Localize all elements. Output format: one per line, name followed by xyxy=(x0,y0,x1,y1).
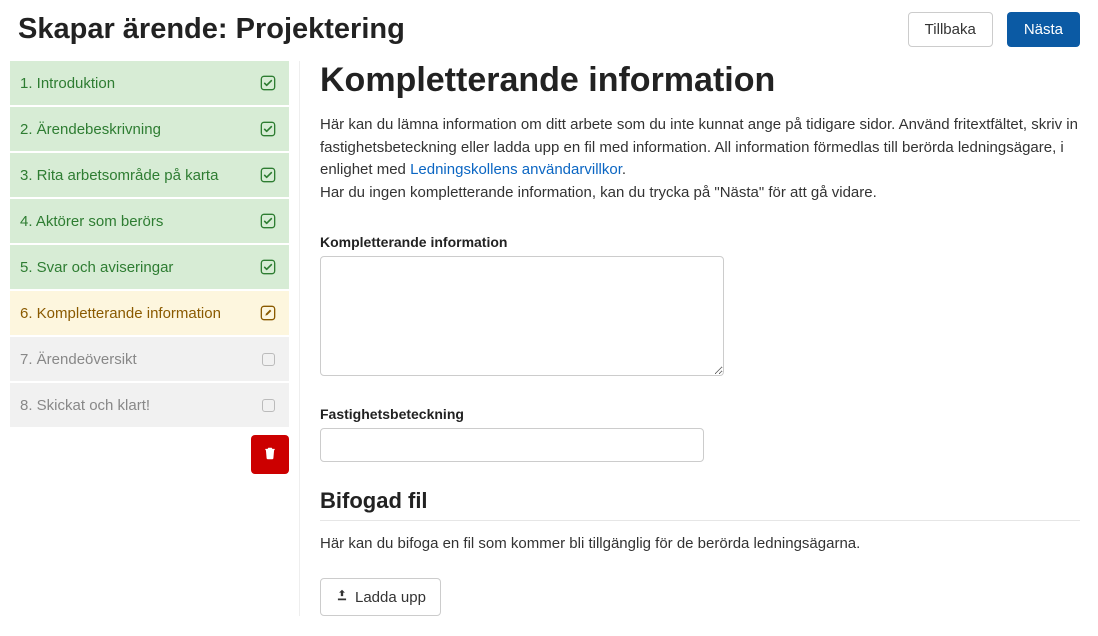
fastighet-input[interactable] xyxy=(320,428,704,462)
check-icon xyxy=(259,166,277,184)
upload-button[interactable]: Ladda upp xyxy=(320,578,441,616)
sidebar-step-label: 8. Skickat och klart! xyxy=(20,397,150,414)
sidebar-step-rita-arbetsomrade[interactable]: 3. Rita arbetsområde på karta xyxy=(10,153,289,197)
terms-link[interactable]: Ledningskollens användarvillkor xyxy=(410,161,622,178)
delete-button[interactable] xyxy=(251,435,289,474)
info-textarea[interactable] xyxy=(320,256,724,376)
sidebar-step-skickat[interactable]: 8. Skickat och klart! xyxy=(10,383,289,427)
main-heading: Kompletterande information xyxy=(320,61,1080,100)
sidebar-step-arendebeskrivning[interactable]: 2. Ärendebeskrivning xyxy=(10,107,289,151)
sidebar-step-svar-aviseringar[interactable]: 5. Svar och aviseringar xyxy=(10,245,289,289)
trash-icon xyxy=(263,445,277,464)
fastighet-label: Fastighetsbeteckning xyxy=(320,406,1080,422)
sidebar-step-label: 7. Ärendeöversikt xyxy=(20,351,137,368)
sidebar-step-label: 4. Aktörer som berörs xyxy=(20,213,163,230)
divider xyxy=(320,520,1080,521)
square-icon xyxy=(259,350,277,368)
info-label: Kompletterande information xyxy=(320,234,1080,250)
sidebar-step-arendeoversikt[interactable]: 7. Ärendeöversikt xyxy=(10,337,289,381)
step-list: 1. Introduktion 2. Ärendebeskrivning 3. … xyxy=(10,61,289,427)
next-button[interactable]: Nästa xyxy=(1007,12,1080,47)
sidebar-step-label: 5. Svar och aviseringar xyxy=(20,259,173,276)
pencil-icon xyxy=(259,304,277,322)
attached-file-title: Bifogad fil xyxy=(320,488,1080,514)
sidebar-step-aktorer[interactable]: 4. Aktörer som berörs xyxy=(10,199,289,243)
check-icon xyxy=(259,258,277,276)
check-icon xyxy=(259,74,277,92)
sidebar-step-label: 6. Kompletterande information xyxy=(20,305,221,322)
intro-text: Här kan du lämna information om ditt arb… xyxy=(320,114,1080,204)
upload-label: Ladda upp xyxy=(355,589,426,606)
sidebar-step-label: 3. Rita arbetsområde på karta xyxy=(20,167,218,184)
attached-file-desc: Här kan du bifoga en fil som kommer bli … xyxy=(320,535,1080,552)
sidebar-step-kompletterande[interactable]: 6. Kompletterande information xyxy=(10,291,289,335)
check-icon xyxy=(259,212,277,230)
square-icon xyxy=(259,396,277,414)
upload-icon xyxy=(335,588,349,606)
sidebar-step-introduktion[interactable]: 1. Introduktion xyxy=(10,61,289,105)
sidebar-step-label: 1. Introduktion xyxy=(20,75,115,92)
back-button[interactable]: Tillbaka xyxy=(908,12,993,47)
check-icon xyxy=(259,120,277,138)
page-title: Skapar ärende: Projektering xyxy=(18,13,405,46)
sidebar-step-label: 2. Ärendebeskrivning xyxy=(20,121,161,138)
